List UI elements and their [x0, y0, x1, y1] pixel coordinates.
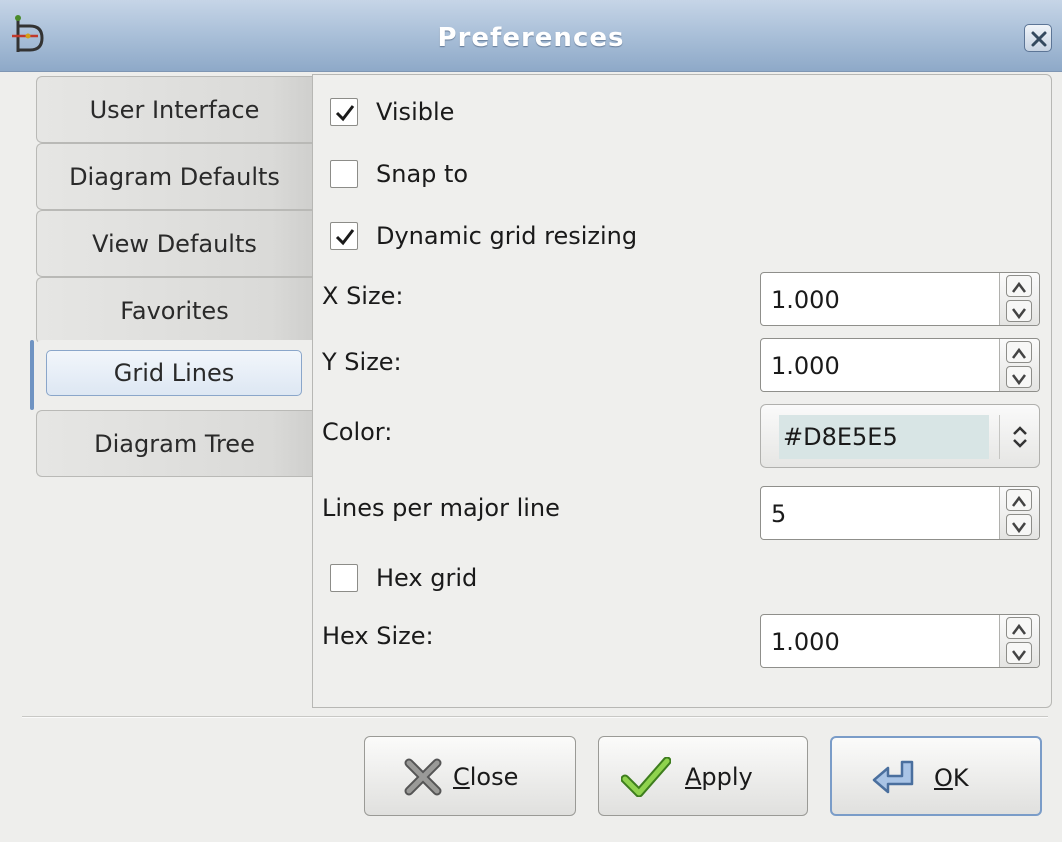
- decrement-button[interactable]: [1006, 300, 1032, 322]
- lines-per-major-label: Lines per major line: [322, 494, 560, 522]
- y-size-label: Y Size:: [322, 348, 402, 376]
- close-x-icon: [404, 758, 442, 796]
- window-close-button[interactable]: [1024, 24, 1052, 52]
- close-button[interactable]: Close: [364, 736, 576, 816]
- tab-diagram-defaults[interactable]: Diagram Defaults: [36, 143, 312, 210]
- dynamic-grid-checkbox[interactable]: [330, 222, 358, 250]
- color-picker-button[interactable]: #D8E5E5: [760, 404, 1040, 468]
- enter-arrow-icon: [872, 760, 914, 794]
- y-size-spinbox[interactable]: 1.000: [760, 338, 1040, 392]
- color-value: #D8E5E5: [783, 423, 898, 451]
- tab-label: Diagram Defaults: [69, 163, 280, 191]
- x-size-spinbox[interactable]: 1.000: [760, 272, 1040, 326]
- close-icon: [1031, 31, 1047, 47]
- chevron-down-icon: [1012, 522, 1026, 534]
- tab-user-interface[interactable]: User Interface: [36, 76, 312, 143]
- decrement-button[interactable]: [1006, 366, 1032, 388]
- checkmark-icon: [335, 229, 355, 246]
- title-bar[interactable]: Preferences: [0, 0, 1062, 72]
- x-size-stepper: [999, 273, 1039, 325]
- decrement-button[interactable]: [1006, 514, 1032, 536]
- visible-checkbox[interactable]: [330, 98, 358, 126]
- close-button-label: Close: [453, 737, 518, 817]
- y-size-stepper: [999, 339, 1039, 391]
- combo-separator: [999, 415, 1000, 459]
- hex-size-spinbox[interactable]: 1.000: [760, 614, 1040, 668]
- chevron-up-icon: [1012, 495, 1026, 507]
- lines-per-major-stepper: [999, 487, 1039, 539]
- hex-grid-checkbox[interactable]: [330, 564, 358, 592]
- increment-button[interactable]: [1006, 489, 1032, 511]
- apply-button-label: Apply: [685, 737, 753, 817]
- checkmark-icon: [335, 105, 355, 122]
- tab-favorites[interactable]: Favorites: [36, 277, 312, 344]
- up-down-chevron-icon: [1013, 426, 1027, 448]
- increment-button[interactable]: [1006, 341, 1032, 363]
- close-rest: lose: [469, 763, 519, 791]
- snap-to-checkbox[interactable]: [330, 160, 358, 188]
- tab-label: View Defaults: [92, 230, 257, 258]
- active-tab-indicator: [30, 340, 34, 410]
- hex-size-stepper: [999, 615, 1039, 667]
- tab-label: User Interface: [89, 96, 260, 124]
- snap-to-label: Snap to: [376, 160, 469, 188]
- close-mnemonic: C: [453, 763, 470, 791]
- tab-label: Favorites: [120, 297, 229, 325]
- visible-label: Visible: [376, 98, 455, 126]
- tab-grid-lines-highlight: Grid Lines: [46, 350, 302, 396]
- checkmark-icon: [621, 757, 671, 797]
- hex-size-label: Hex Size:: [322, 622, 434, 650]
- apply-button[interactable]: Apply: [598, 736, 808, 816]
- tab-view-defaults[interactable]: View Defaults: [36, 210, 312, 277]
- preferences-dialog: Preferences User Interface Diagram Defau…: [0, 0, 1062, 842]
- dynamic-grid-label: Dynamic grid resizing: [376, 222, 638, 250]
- apply-rest: pply: [701, 763, 753, 791]
- ok-button[interactable]: OK: [830, 736, 1042, 816]
- x-size-label: X Size:: [322, 282, 404, 310]
- decrement-button[interactable]: [1006, 642, 1032, 664]
- apply-mnemonic: A: [685, 763, 702, 791]
- y-size-value[interactable]: 1.000: [771, 339, 840, 393]
- increment-button[interactable]: [1006, 275, 1032, 297]
- lines-per-major-value[interactable]: 5: [771, 487, 786, 541]
- ok-rest: K: [952, 764, 969, 792]
- tab-diagram-tree[interactable]: Diagram Tree: [36, 410, 312, 477]
- tab-grid-lines[interactable]: Grid Lines: [36, 340, 312, 412]
- hex-grid-label: Hex grid: [376, 564, 478, 592]
- chevron-up-icon: [1012, 623, 1026, 635]
- chevron-down-icon: [1012, 374, 1026, 386]
- ok-mnemonic: O: [934, 764, 953, 792]
- window-title: Preferences: [437, 23, 625, 53]
- ok-button-label: OK: [934, 738, 969, 818]
- hex-size-value[interactable]: 1.000: [771, 615, 840, 669]
- chevron-up-icon: [1012, 347, 1026, 359]
- increment-button[interactable]: [1006, 617, 1032, 639]
- chevron-down-icon: [1012, 650, 1026, 662]
- chevron-up-icon: [1012, 281, 1026, 293]
- tab-label: Diagram Tree: [94, 430, 255, 458]
- color-label: Color:: [322, 418, 393, 446]
- chevron-down-icon: [1012, 308, 1026, 320]
- x-size-value[interactable]: 1.000: [771, 273, 840, 327]
- button-bar-divider: [22, 716, 1048, 718]
- lines-per-major-spinbox[interactable]: 5: [760, 486, 1040, 540]
- tab-label: Grid Lines: [113, 359, 235, 387]
